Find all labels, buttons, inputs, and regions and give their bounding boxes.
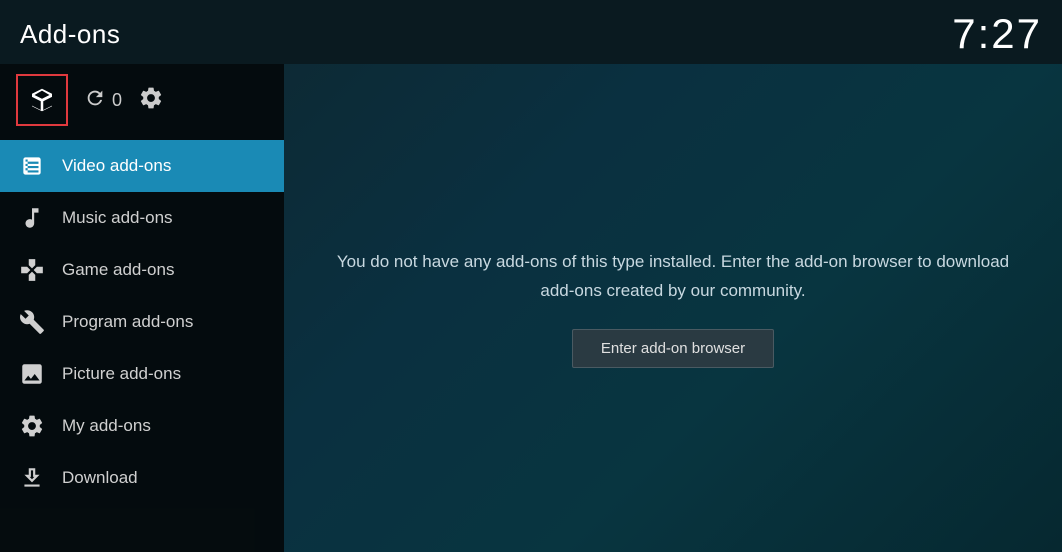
picture-icon	[18, 361, 46, 387]
sidebar-item-game-addons-label: Game add-ons	[62, 260, 174, 280]
content-area: You do not have any add-ons of this type…	[284, 64, 1062, 552]
sidebar: 0 Video add-ons Music ad	[0, 64, 284, 552]
sidebar-item-download[interactable]: Download	[0, 452, 284, 504]
music-icon	[18, 205, 46, 231]
video-icon	[18, 153, 46, 179]
sidebar-item-download-label: Download	[62, 468, 138, 488]
page-title: Add-ons	[20, 19, 120, 50]
myaddon-icon	[18, 413, 46, 439]
sidebar-item-music-addons[interactable]: Music add-ons	[0, 192, 284, 244]
sidebar-item-program-addons-label: Program add-ons	[62, 312, 193, 332]
program-icon	[18, 309, 46, 335]
sidebar-item-music-addons-label: Music add-ons	[62, 208, 173, 228]
sidebar-item-video-addons-label: Video add-ons	[62, 156, 171, 176]
sidebar-item-video-addons[interactable]: Video add-ons	[0, 140, 284, 192]
sidebar-item-game-addons[interactable]: Game add-ons	[0, 244, 284, 296]
main-layout: 0 Video add-ons Music ad	[0, 64, 1062, 552]
refresh-count: 0	[112, 90, 122, 111]
sidebar-item-my-addons-label: My add-ons	[62, 416, 151, 436]
download-icon	[18, 465, 46, 491]
sidebar-item-program-addons[interactable]: Program add-ons	[0, 296, 284, 348]
game-icon	[18, 257, 46, 283]
sidebar-item-my-addons[interactable]: My add-ons	[0, 400, 284, 452]
enter-addon-browser-button[interactable]: Enter add-on browser	[572, 329, 774, 368]
sidebar-item-picture-addons-label: Picture add-ons	[62, 364, 181, 384]
sidebar-item-picture-addons[interactable]: Picture add-ons	[0, 348, 284, 400]
header: Add-ons 7:27	[0, 0, 1062, 64]
settings-icon[interactable]	[138, 85, 164, 116]
package-icon	[27, 85, 57, 115]
refresh-group[interactable]: 0	[84, 87, 122, 114]
refresh-icon	[84, 87, 106, 114]
addon-box-icon[interactable]	[16, 74, 68, 126]
clock-display: 7:27	[952, 10, 1042, 58]
sidebar-toolbar: 0	[0, 64, 284, 140]
no-addons-message: You do not have any add-ons of this type…	[333, 248, 1013, 306]
